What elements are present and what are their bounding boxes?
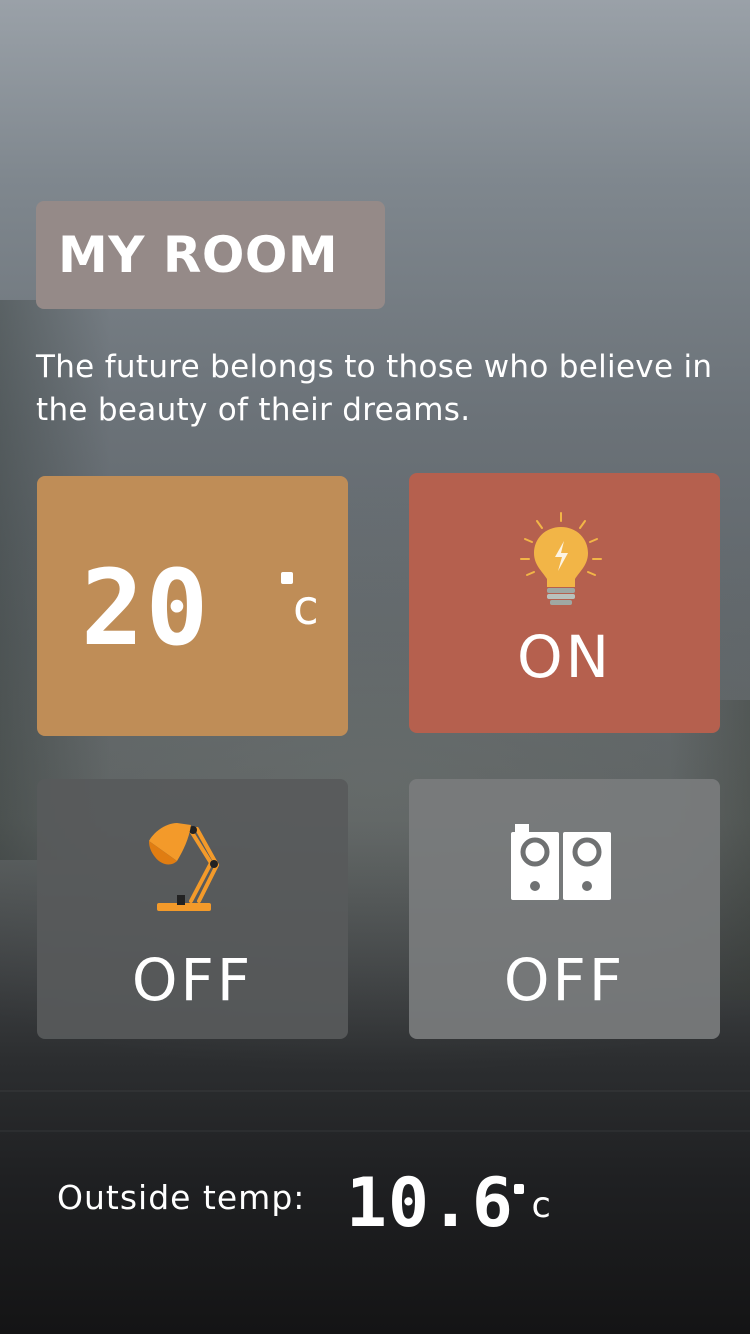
room-title-box: MY ROOM xyxy=(36,201,385,309)
desk-lamp-icon xyxy=(149,823,219,911)
room-quote: The future belongs to those who believe … xyxy=(36,349,713,428)
outside-degree-symbol xyxy=(514,1184,524,1194)
outside-temp-unit: c xyxy=(530,1185,552,1226)
temperature-tile[interactable]: 20 c xyxy=(37,476,348,736)
light-tile[interactable]: ON xyxy=(409,473,720,733)
background-road-line xyxy=(0,1090,750,1092)
outside-temp-label: Outside temp: xyxy=(57,1178,306,1217)
background-road-line xyxy=(0,1130,750,1132)
temperature-unit: c xyxy=(291,580,320,636)
light-state: ON xyxy=(516,623,613,691)
outside-temp-value: 10.6 xyxy=(346,1164,514,1243)
lamp-state: OFF xyxy=(131,946,254,1014)
lightbulb-icon xyxy=(520,512,602,605)
speaker-icon xyxy=(511,824,611,900)
room-title: MY ROOM xyxy=(58,226,339,284)
speaker-tile[interactable]: OFF xyxy=(409,779,720,1039)
lamp-tile[interactable]: OFF xyxy=(37,779,348,1039)
temperature-value: 20 xyxy=(81,547,211,669)
speaker-state: OFF xyxy=(503,946,626,1014)
